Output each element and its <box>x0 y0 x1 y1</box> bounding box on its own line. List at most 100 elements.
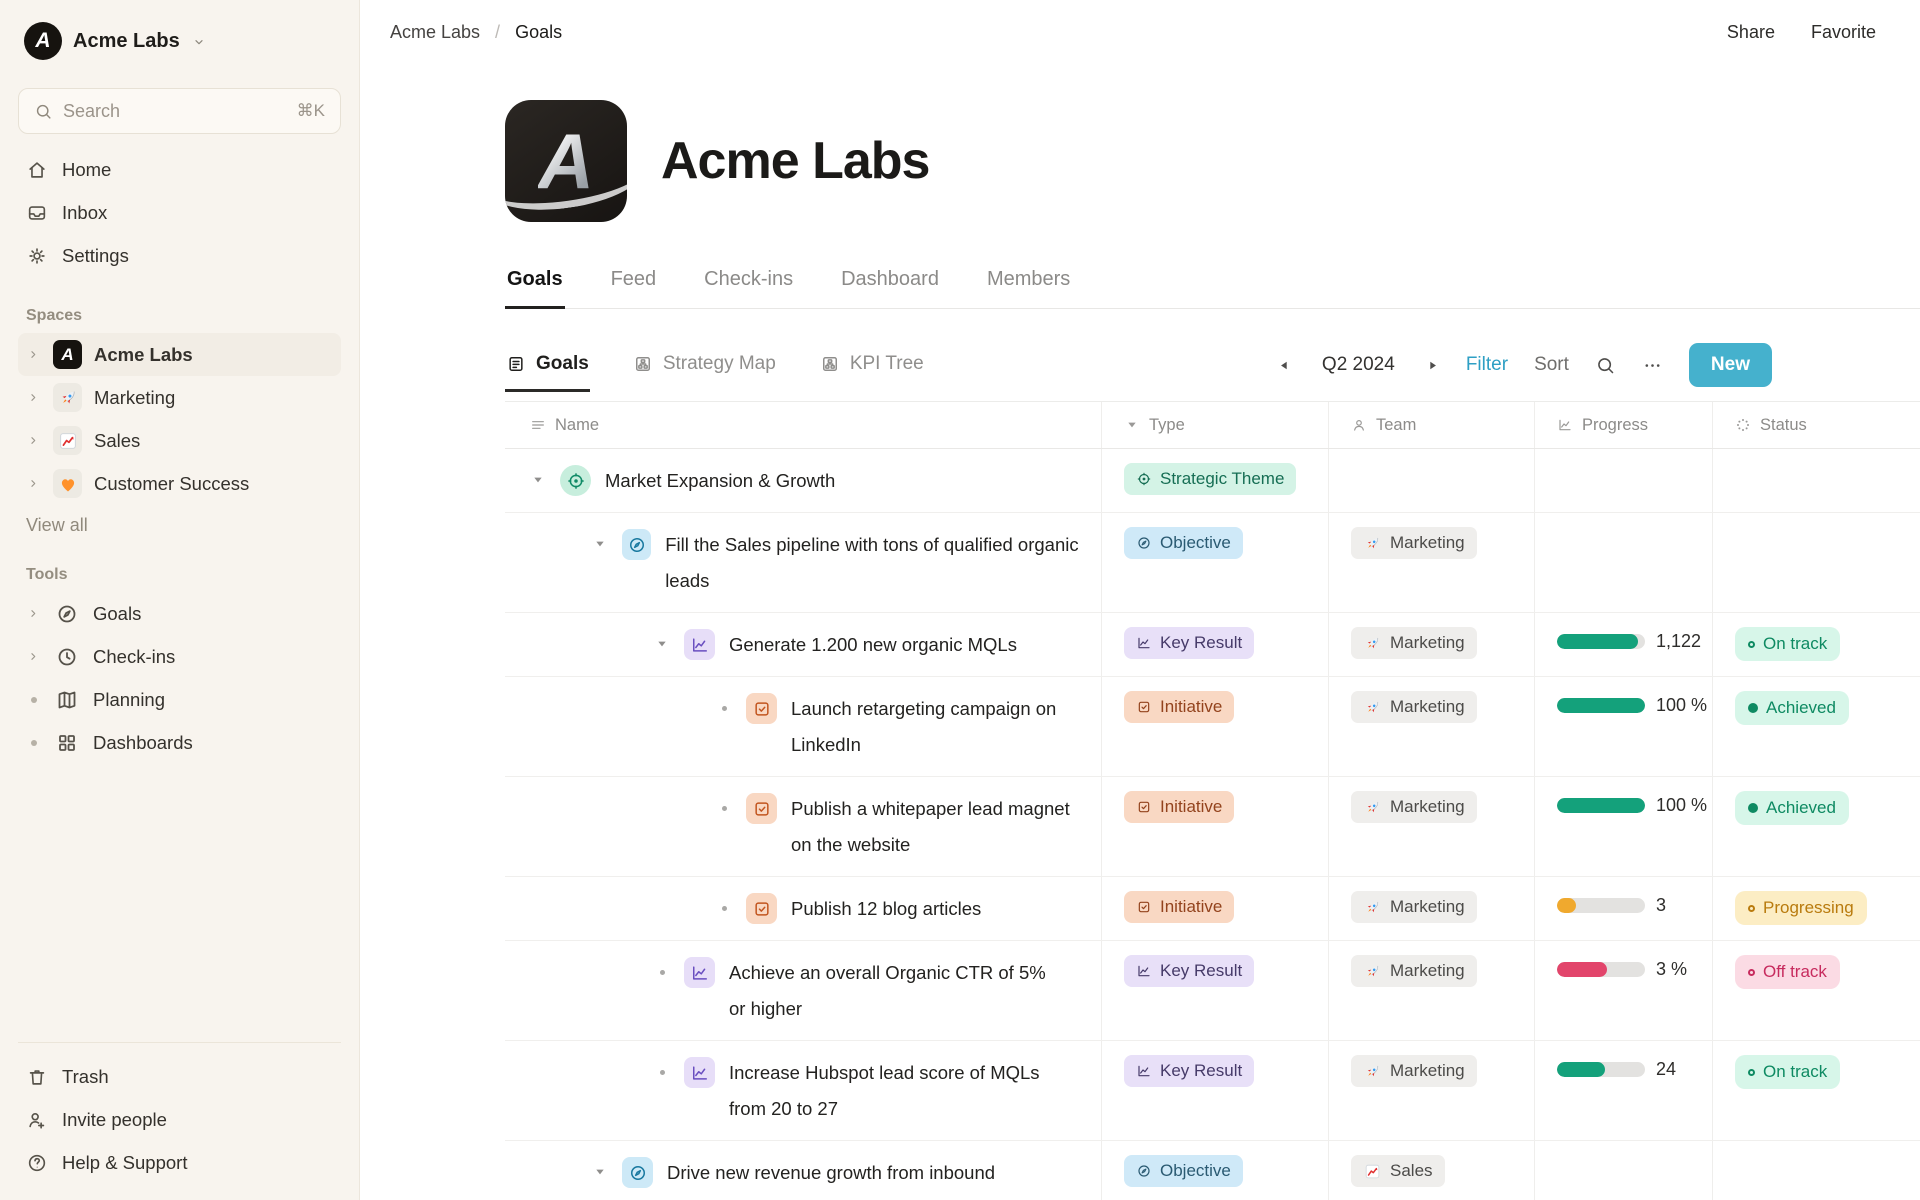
chevron-right-icon[interactable] <box>26 390 41 405</box>
person-icon <box>1351 417 1367 433</box>
table-row[interactable]: Market Expansion & Growth Strategic Theme <box>505 449 1920 513</box>
sidebar-space-customer-success[interactable]: Customer Success <box>18 462 341 505</box>
sidebar-item-inbox[interactable]: Inbox <box>18 191 341 234</box>
goal-name-cell: Market Expansion & Growth <box>505 449 1102 512</box>
table-row[interactable]: Publish 12 blog articles Initiative Market… <box>505 877 1920 941</box>
search-input[interactable]: Search ⌘K <box>18 88 341 134</box>
triangle-down-icon[interactable] <box>592 1164 608 1180</box>
view-tab-strategy-map[interactable]: Strategy Map <box>632 353 777 391</box>
table-row[interactable]: Increase Hubspot lead score of MQLs from… <box>505 1041 1920 1141</box>
table-header-row: Name Type Team Progress Status <box>505 402 1920 449</box>
spaces-section-label: Spaces <box>26 307 83 324</box>
breadcrumb-current[interactable]: Goals <box>515 22 562 43</box>
type-badge-label: Key Result <box>1160 1061 1243 1080</box>
view-switcher: Goals Strategy Map KPI Tree <box>505 353 925 392</box>
more-options-icon[interactable] <box>1642 355 1663 376</box>
tab-feed[interactable]: Feed <box>609 268 659 308</box>
triangle-down-icon[interactable] <box>592 536 608 552</box>
view-tab-label: Strategy Map <box>662 353 776 374</box>
team-badge-label: Marketing <box>1390 897 1465 916</box>
rocket-icon <box>57 387 79 409</box>
progress-fill <box>1557 898 1577 913</box>
goals-table: Name Type Team Progress Status Market Expans… <box>505 402 1920 1200</box>
sidebar-tool-planning[interactable]: Planning <box>18 678 341 721</box>
column-header-type[interactable]: Type <box>1102 402 1329 448</box>
sidebar-footer-help-support[interactable]: Help & Support <box>18 1141 341 1184</box>
team-cell: Sales <box>1329 1141 1535 1200</box>
table-row[interactable]: Drive new revenue growth from inbound Obj… <box>505 1141 1920 1200</box>
column-header-progress[interactable]: Progress <box>1535 402 1713 448</box>
sidebar-item-settings[interactable]: Settings <box>18 234 341 277</box>
sidebar-tool-goals[interactable]: Goals <box>18 592 341 635</box>
previous-period-button[interactable] <box>1277 358 1292 373</box>
chevron-right-icon[interactable] <box>26 433 41 448</box>
column-header-name[interactable]: Name <box>505 402 1102 448</box>
triangle-down-icon[interactable] <box>654 636 670 652</box>
next-period-button[interactable] <box>1425 358 1440 373</box>
target-icon <box>566 471 586 491</box>
tab-dashboard[interactable]: Dashboard <box>839 268 941 308</box>
progress-track <box>1557 634 1645 649</box>
team-cell: Marketing <box>1329 513 1535 612</box>
team-cell: Marketing <box>1329 613 1535 676</box>
favorite-button[interactable]: Favorite <box>1811 22 1876 43</box>
footer-label: Trash <box>62 1065 109 1087</box>
sidebar-footer-invite-people[interactable]: Invite people <box>18 1098 341 1141</box>
chartline-icon <box>1136 1063 1152 1079</box>
column-header-status[interactable]: Status <box>1713 402 1920 448</box>
search-placeholder: Search <box>63 100 121 121</box>
view-tab-goals[interactable]: Goals <box>505 353 590 392</box>
initiative-icon <box>746 693 777 724</box>
breadcrumb-root[interactable]: Acme Labs <box>390 22 480 43</box>
sidebar-footer-trash[interactable]: Trash <box>18 1055 341 1098</box>
team-badge: Marketing <box>1351 627 1477 659</box>
clock-icon <box>55 645 79 669</box>
tab-check-ins[interactable]: Check-ins <box>702 268 795 308</box>
new-goal-button[interactable]: New <box>1688 343 1772 387</box>
triangle-down-icon[interactable] <box>530 472 546 488</box>
sidebar-tool-check-ins[interactable]: Check-ins <box>18 635 341 678</box>
chevron-right-icon[interactable] <box>26 649 41 664</box>
rocket-icon <box>1363 798 1382 817</box>
share-button[interactable]: Share <box>1727 22 1775 43</box>
table-row[interactable]: Fill the Sales pipeline with tons of qua… <box>505 513 1920 613</box>
progress-track <box>1557 1062 1645 1077</box>
type-badge-label: Key Result <box>1160 961 1243 980</box>
sidebar-space-sales[interactable]: Sales <box>18 419 341 462</box>
sidebar-space-marketing[interactable]: Marketing <box>18 376 341 419</box>
bullet-icon <box>716 900 732 916</box>
status-badge-label: Achieved <box>1766 698 1836 717</box>
sort-button[interactable]: Sort <box>1534 354 1569 376</box>
sidebar-tool-dashboards[interactable]: Dashboards <box>18 721 341 764</box>
team-badge-label: Marketing <box>1390 797 1465 816</box>
workspace-switcher[interactable]: A Acme Labs <box>18 20 341 62</box>
workspace-logo-icon: A <box>24 22 62 60</box>
chevron-right-icon[interactable] <box>26 476 41 491</box>
view-all-link[interactable]: View all <box>26 515 341 536</box>
goal-name-cell: Publish 12 blog articles <box>505 877 1102 940</box>
space-label: Sales <box>94 429 141 451</box>
team-badge-label: Marketing <box>1390 697 1465 716</box>
column-header-team[interactable]: Team <box>1329 402 1535 448</box>
spinner-icon <box>1735 417 1751 433</box>
view-tab-kpi-tree[interactable]: KPI Tree <box>819 353 925 391</box>
chevron-right-icon[interactable] <box>26 347 41 362</box>
period-label[interactable]: Q2 2024 <box>1322 354 1395 376</box>
checkbox-icon <box>752 899 772 919</box>
chevron-right-icon[interactable] <box>26 606 41 621</box>
table-search-icon[interactable] <box>1595 355 1616 376</box>
table-row[interactable]: Launch retargeting campaign on LinkedIn I… <box>505 677 1920 777</box>
tab-members[interactable]: Members <box>985 268 1072 308</box>
type-badge: Strategic Theme <box>1124 463 1297 495</box>
tab-goals[interactable]: Goals <box>505 268 565 309</box>
status-cell: Achieved <box>1713 677 1920 776</box>
filter-button[interactable]: Filter <box>1466 354 1508 376</box>
progress-cell: 100 % <box>1535 677 1713 776</box>
progress-value: 24 <box>1656 1059 1677 1079</box>
table-row[interactable]: Publish a whitepaper lead magnet on the … <box>505 777 1920 877</box>
sidebar-item-home[interactable]: Home <box>18 148 341 191</box>
status-badge-label: On track <box>1763 1062 1828 1081</box>
sidebar-space-acme-labs[interactable]: A Acme Labs <box>18 333 341 376</box>
table-row[interactable]: Generate 1.200 new organic MQLs Key Resul… <box>505 613 1920 677</box>
table-row[interactable]: Achieve an overall Organic CTR of 5% or … <box>505 941 1920 1041</box>
